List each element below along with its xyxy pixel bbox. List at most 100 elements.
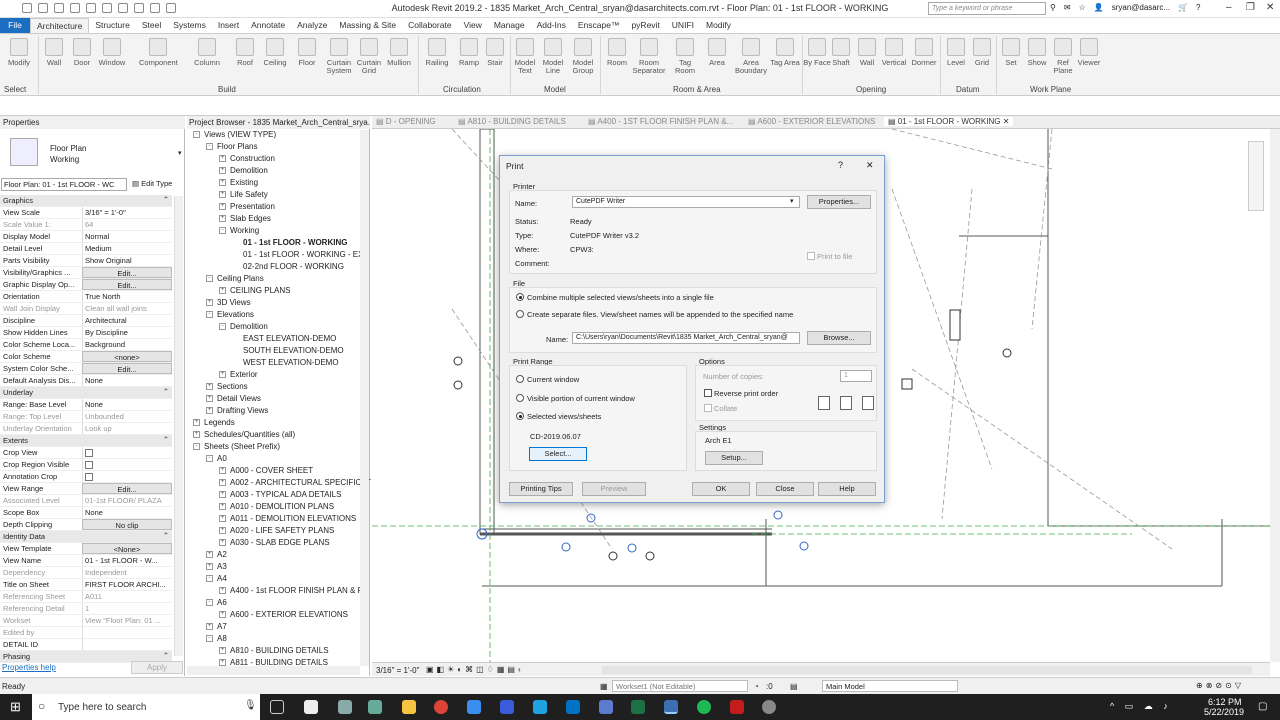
taskbar-search[interactable]: ○ Type here to search 🎙 [32, 694, 260, 720]
property-value[interactable]: 64 [82, 219, 172, 230]
browser-item[interactable]: + Demolition [219, 166, 268, 175]
properties-help-link[interactable]: Properties help [2, 663, 56, 672]
wall-button[interactable]: Wall [39, 38, 69, 67]
expand-icon[interactable]: + [206, 299, 213, 307]
expand-icon[interactable]: + [219, 371, 226, 379]
browser-item[interactable]: 01 - 1st FLOOR - WORKING [243, 238, 347, 247]
browser-item[interactable]: + Slab Edges [219, 214, 271, 223]
door-button[interactable]: Door [67, 38, 97, 67]
browser-item[interactable]: + Drafting Views [206, 406, 268, 415]
browser-item[interactable]: + Presentation [219, 202, 275, 211]
model-group-button[interactable]: Model Group [568, 38, 598, 75]
browser-item[interactable]: + A600 - EXTERIOR ELEVATIONS [219, 610, 348, 619]
component-button[interactable]: Component [139, 38, 178, 67]
browser-item[interactable]: + Schedules/Quantities (all) [193, 430, 295, 439]
revit-icon[interactable] [664, 700, 678, 714]
expand-icon[interactable]: + [219, 467, 226, 475]
app-icon[interactable] [467, 700, 481, 714]
browser-item[interactable]: - Views (VIEW TYPE) [193, 130, 276, 139]
canvas-vscrollbar[interactable] [1270, 129, 1280, 662]
collapse-icon[interactable]: ⌃ [163, 195, 172, 206]
browser-item[interactable]: 02-2nd FLOOR - WORKING [243, 262, 344, 271]
tab-architecture[interactable]: Architecture [30, 18, 90, 33]
view-tab-a810[interactable]: ▤ A810 - BUILDING DETAILS [458, 117, 566, 126]
tab-enscape[interactable]: Enscape™ [572, 18, 626, 33]
browser-item[interactable]: + Detail Views [206, 394, 261, 403]
browser-item[interactable]: - Floor Plans [206, 142, 257, 151]
worksets-icon[interactable]: ▦ [600, 682, 608, 691]
tab-collaborate[interactable]: Collaborate [402, 18, 457, 33]
printer-select[interactable]: CutePDF Writer [572, 196, 800, 208]
expand-icon[interactable]: + [219, 191, 226, 199]
collapse-icon[interactable]: ⌃ [163, 531, 172, 542]
property-checkbox[interactable] [85, 449, 93, 457]
browser-item[interactable]: + A7 [206, 622, 227, 631]
editing-requests-icon[interactable]: ◔ [754, 682, 759, 691]
print-to-file-checkbox[interactable] [807, 252, 815, 260]
app-icon[interactable] [762, 700, 776, 714]
browser-item[interactable]: + A020 - LIFE SAFETY PLANS [219, 526, 334, 535]
mullion-button[interactable]: Mullion [384, 38, 414, 67]
browser-item[interactable]: + Exterior [219, 370, 258, 379]
setup-button[interactable]: Setup... [705, 451, 763, 465]
file-name-input[interactable]: C:\Users\ryan\Documents\Revit\1835 Marke… [572, 332, 800, 344]
active-workset-select[interactable]: Workset1 (Not Editable) [612, 680, 748, 692]
expand-icon[interactable]: + [206, 407, 213, 415]
tab-analyze[interactable]: Analyze [291, 18, 333, 33]
property-checkbox-cell[interactable] [82, 459, 172, 470]
browser-item[interactable]: - Elevations [206, 310, 254, 319]
tab-massing-site[interactable]: Massing & Site [333, 18, 402, 33]
minimize-button[interactable]: – [1226, 2, 1232, 13]
tab-structure[interactable]: Structure [89, 18, 136, 33]
selection-filter-icons[interactable]: ⊕⊗⊘⊙▽ [1196, 681, 1244, 690]
tab-systems[interactable]: Systems [167, 18, 212, 33]
reverse-order-checkbox[interactable] [704, 389, 712, 397]
property-section[interactable]: Extents ⌃ [0, 435, 172, 447]
tab-annotate[interactable]: Annotate [245, 18, 291, 33]
expand-icon[interactable]: + [206, 563, 213, 571]
close-window-button[interactable]: ✕ [1266, 2, 1274, 13]
user-name[interactable]: sryan@dasarc... [1112, 3, 1170, 12]
browser-scrollbar[interactable] [360, 130, 369, 666]
browser-item[interactable]: + Life Safety [219, 190, 268, 199]
help-search-input[interactable]: Type a keyword or phrase [928, 2, 1046, 15]
property-value[interactable]: 1 [82, 603, 172, 614]
expand-icon[interactable]: + [219, 155, 226, 163]
property-value[interactable]: Show Original [82, 255, 172, 266]
cart-icon[interactable]: 🛒 [1178, 3, 1188, 12]
favorites-icon[interactable]: ☆ [1079, 3, 1086, 12]
property-value[interactable]: Independent [82, 567, 172, 578]
instance-filter-select[interactable]: Floor Plan: 01 - 1st FLOOR - WC [1, 178, 127, 191]
app-icon[interactable] [599, 700, 613, 714]
property-value[interactable]: Clean all wall joins [82, 303, 172, 314]
taskbar-time[interactable]: 6:12 PM [1208, 697, 1242, 707]
property-checkbox-cell[interactable] [82, 447, 172, 458]
browse-button[interactable]: Browse... [807, 331, 871, 345]
property-value[interactable]: Background [82, 339, 172, 350]
property-edit-button[interactable]: <None> [82, 543, 172, 554]
expand-icon[interactable]: + [219, 479, 226, 487]
current-window-radio[interactable] [516, 375, 524, 383]
property-edit-button[interactable]: Edit... [82, 363, 172, 374]
collapse-icon[interactable]: - [206, 455, 213, 463]
browser-item[interactable]: + A003 - TYPICAL ADA DETAILS [219, 490, 341, 499]
apply-button[interactable]: Apply [131, 661, 183, 674]
browser-item[interactable]: + A011 - DEMOLITION ELEVATIONS [219, 514, 356, 523]
property-value[interactable]: 3/16" = 1'-0" [82, 207, 172, 218]
tab-file[interactable]: File [0, 18, 30, 33]
browser-item[interactable]: - A6 [206, 598, 227, 607]
expand-icon[interactable]: + [219, 647, 226, 655]
view-tab-a400[interactable]: ▤ A400 - 1ST FLOOR FINISH PLAN &... [588, 117, 733, 126]
outlook-icon[interactable] [566, 700, 580, 714]
property-edit-button[interactable]: Edit... [82, 279, 172, 290]
property-value[interactable]: View "Floor Plan: 01 ... [82, 615, 172, 626]
collapse-icon[interactable]: - [219, 323, 226, 331]
browser-item[interactable]: + Construction [219, 154, 275, 163]
property-section[interactable]: Graphics ⌃ [0, 195, 172, 207]
combine-radio[interactable] [516, 293, 524, 301]
collapse-icon[interactable]: - [219, 227, 226, 235]
collapse-icon[interactable]: - [206, 311, 213, 319]
property-value[interactable]: FIRST FLOOR ARCHI... [82, 579, 172, 590]
printing-tips-button[interactable]: Printing Tips [509, 482, 573, 496]
property-value[interactable] [82, 627, 172, 638]
